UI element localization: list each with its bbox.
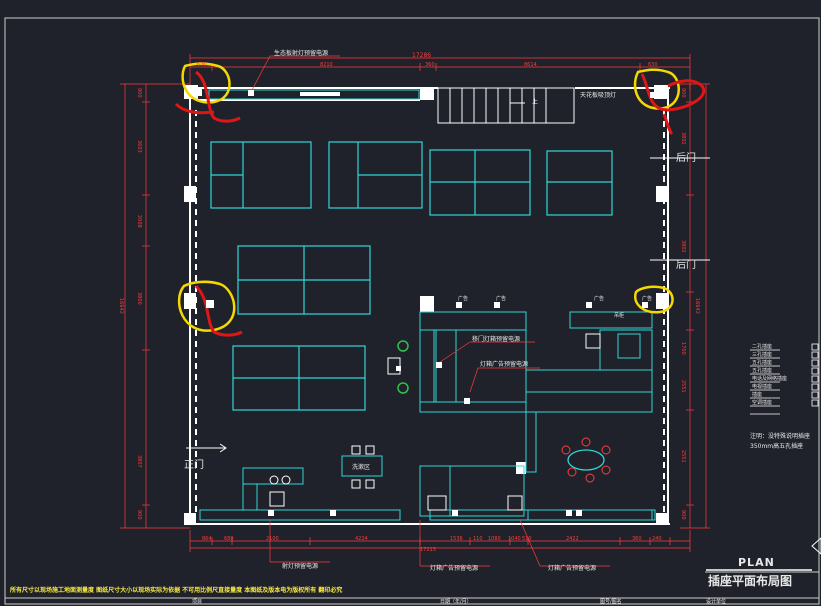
dim-bottom: 360 — [632, 536, 642, 542]
label-ad-1: 广告 — [458, 296, 469, 302]
dim-top: 630 — [648, 62, 658, 68]
label-back-door-2: 后门 — [676, 260, 696, 271]
legend-item: 电视插座 — [752, 384, 773, 390]
dim-left: 2008 — [136, 215, 142, 228]
dim-bottom: 680 — [224, 536, 234, 542]
dim-right: 900 — [680, 510, 686, 520]
dim-bottom: 4224 — [355, 536, 368, 542]
legend-item: 五孔插座 — [752, 360, 773, 366]
dim-right: 900 — [680, 88, 686, 98]
dim-bottom-total: 17213 — [420, 547, 436, 553]
legend-note-line2: 350mm高五孔插座 — [750, 443, 804, 450]
label-up: 上 — [532, 99, 539, 106]
dim-right-total: 16642 — [694, 298, 700, 314]
legend-item: 电话及网络插座 — [752, 376, 788, 382]
dim-top: 8614 — [524, 62, 537, 68]
markup-strokes — [174, 70, 706, 337]
label-ad-4: 广告 — [642, 296, 653, 302]
dim-left: 3800 — [136, 292, 142, 305]
footer-cell: 日期（年/月） — [440, 599, 472, 605]
label-lightbox-bottom-2: 灯箱广告预留电源 — [548, 565, 597, 572]
dimension-top — [189, 54, 691, 90]
legend-item: 三孔插座 — [752, 352, 773, 358]
legend-item: 空调插座 — [752, 400, 773, 406]
dim-right: 1700 — [680, 342, 686, 355]
label-wash-area: 洗漱区 — [352, 464, 371, 471]
staircase — [437, 87, 575, 124]
dim-right: 3802 — [680, 132, 686, 145]
dimension-bottom — [189, 530, 691, 552]
legend-item: 插座 — [752, 392, 763, 398]
footer-cell: 图号/图名 — [600, 599, 622, 605]
label-sliding-door: 移门灯箱预留电源 — [472, 336, 521, 343]
label-ecology-board: 生态板射灯预留电源 — [274, 50, 329, 57]
dim-bottom: 510 — [522, 536, 532, 542]
label-stair-note: 天花板吸顶灯 — [580, 92, 617, 99]
label-downlight: 射灯预留电源 — [282, 563, 319, 570]
door-arrows — [186, 157, 710, 453]
legend-note-line1: 注明：没特殊说明插座 — [750, 433, 811, 440]
dim-left: 900 — [136, 88, 142, 98]
chairs — [269, 333, 601, 511]
dim-bottom: 2422 — [566, 536, 579, 542]
footer-cell: 项目 — [192, 599, 203, 605]
label-ad-2: 广告 — [496, 296, 507, 302]
dim-bottom: 1040 — [508, 536, 521, 542]
dim-bottom: 2100 — [266, 536, 279, 542]
legend-item: 二孔插座 — [752, 344, 773, 350]
dim-bottom: 1080 — [488, 536, 501, 542]
dim-left: 3807 — [136, 455, 142, 468]
partition-counters — [199, 311, 656, 521]
label-lightbox-ad: 灯箱广告预留电源 — [480, 361, 529, 368]
north-arrow — [811, 537, 821, 555]
round-table — [561, 437, 611, 483]
dim-bottom: 864 — [202, 536, 212, 542]
footer-note: 所有尺寸以现场施工地面测量度 图纸尺寸大小以现场实际为依据 不可用比例尺直接量度… — [10, 587, 343, 594]
label-main-door: 正门 — [184, 460, 204, 471]
dim-top-total: 17286 — [412, 52, 432, 59]
socket-highlights — [177, 62, 680, 332]
dim-left: 900 — [136, 510, 142, 520]
footer-cell: 设计单位 — [706, 599, 727, 605]
label-ad-3: 广告 — [594, 296, 605, 302]
dim-bottom: 110 — [473, 536, 483, 542]
legend-item: 五孔插座 — [752, 368, 773, 374]
dim-bottom: 240 — [652, 536, 662, 542]
title-en: PLAN — [738, 556, 775, 569]
dim-right: 2551 — [680, 380, 686, 393]
dim-top: 8210 — [320, 62, 333, 68]
dim-bottom: 1536 — [450, 536, 463, 542]
cad-drawing: 17286 636 8210 360 8614 630 864 680 2100… — [0, 0, 821, 606]
dim-left: 3603 — [136, 140, 142, 153]
dim-right: 2551 — [680, 450, 686, 463]
dim-top: 636 — [197, 62, 207, 68]
dim-left-total: 16642 — [118, 298, 124, 314]
label-back-door: 后门 — [676, 153, 696, 164]
dim-right: 3802 — [680, 240, 686, 253]
label-hanging-cabinet: 吊柜 — [614, 313, 625, 319]
label-lightbox-bottom-1: 灯箱广告预留电源 — [430, 565, 479, 572]
dim-top: 360 — [425, 62, 435, 68]
title-cn: 插座平面布局图 — [708, 574, 793, 588]
